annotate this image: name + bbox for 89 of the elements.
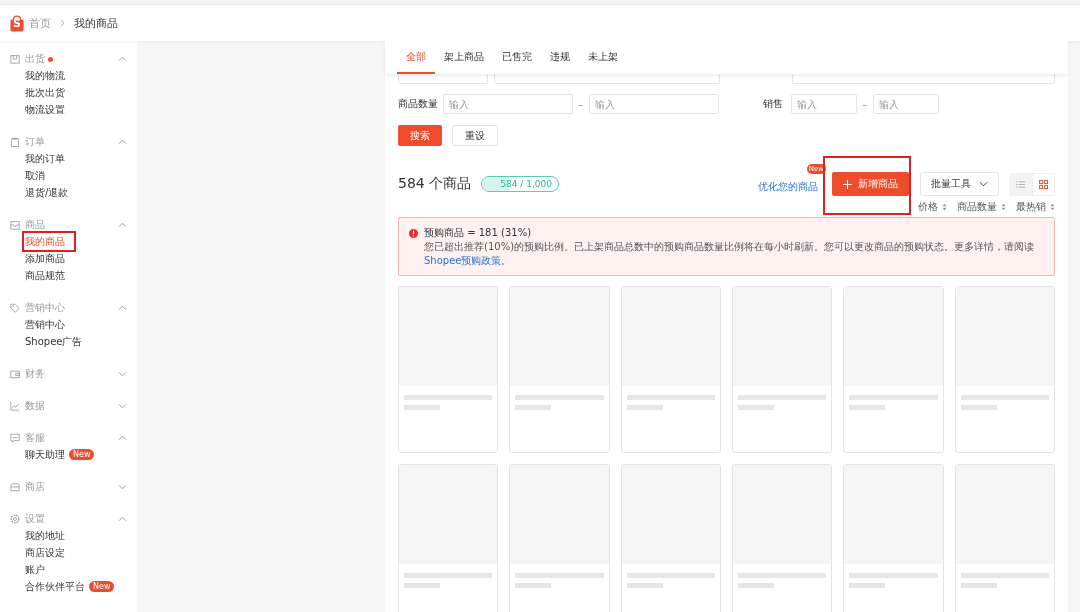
text-placeholder	[849, 405, 886, 410]
dropdown-field[interactable]	[398, 74, 489, 84]
range-separator: –	[577, 98, 585, 110]
sidebar-item[interactable]: 我的订单	[25, 151, 65, 166]
optimize-link[interactable]: 优化您的商品	[758, 180, 818, 192]
sidebar-item[interactable]: 我的地址	[25, 528, 65, 543]
chevron-up-icon[interactable]	[118, 139, 127, 145]
text-placeholder	[404, 583, 440, 588]
text-placeholder	[626, 583, 663, 588]
input-field[interactable]	[494, 74, 720, 84]
text-placeholder	[960, 405, 997, 410]
list-icon	[1016, 179, 1025, 189]
grid-view-button[interactable]	[1032, 172, 1055, 196]
text-placeholder	[738, 583, 774, 588]
input-field[interactable]: 输入	[873, 94, 939, 114]
text-placeholder	[404, 405, 440, 410]
sidebar-item[interactable]: 商品规范	[25, 268, 65, 283]
product-count: 584 个商品	[398, 175, 472, 193]
input-field[interactable]: 输入	[443, 94, 573, 114]
text-placeholder	[960, 583, 997, 588]
clipboard-icon	[10, 137, 20, 147]
range-separator: –	[861, 98, 869, 110]
text-placeholder	[738, 405, 774, 410]
tab[interactable]: 已售完	[493, 41, 541, 74]
sidebar-item[interactable]: 聊天助理	[25, 447, 65, 462]
new-badge: New	[89, 581, 115, 592]
filter-label: 商品数量	[398, 97, 439, 111]
alert-title: 预购商品 = 181 (31%)	[424, 226, 533, 240]
text-placeholder	[849, 583, 886, 588]
chevron-down-icon	[979, 181, 988, 187]
text-placeholder	[515, 405, 552, 410]
tab[interactable]: 架上商品	[435, 41, 493, 74]
wallet-icon	[10, 369, 20, 379]
chart-icon	[10, 401, 20, 411]
sidebar-item[interactable]: 物流设置	[25, 102, 65, 117]
search-button[interactable]: 搜索	[398, 125, 442, 146]
tab[interactable]: 未上架	[579, 41, 627, 74]
chevron-down-icon[interactable]	[118, 484, 127, 490]
add-product-button[interactable]: 新增商品	[832, 172, 909, 196]
store-icon	[10, 482, 20, 492]
sort-icon	[1050, 203, 1055, 211]
sidebar-item[interactable]: Shopee广告	[25, 334, 83, 349]
warning-icon	[409, 229, 418, 238]
sidebar-item[interactable]: 取消	[25, 168, 45, 183]
sidebar-item[interactable]: 营销中心	[25, 317, 65, 332]
chevron-up-icon[interactable]	[118, 516, 127, 522]
input-field[interactable]	[791, 74, 1055, 84]
quota-text: 584 / 1,000	[499, 179, 552, 189]
new-badge: New	[69, 449, 95, 460]
bulk-tools-dropdown[interactable]: 批量工具	[920, 172, 999, 196]
plus-icon	[843, 179, 852, 189]
sidebar-item[interactable]: 我的物流	[25, 68, 65, 83]
reset-button[interactable]: 重设	[452, 125, 498, 146]
sort-button[interactable]: 价格	[918, 199, 947, 215]
tray-icon	[10, 220, 20, 230]
chevron-down-icon[interactable]	[118, 371, 127, 377]
tag-icon	[10, 303, 20, 313]
tab[interactable]: 全部	[397, 41, 435, 74]
chevron-right-icon	[60, 19, 65, 27]
chat-icon	[10, 433, 20, 443]
sidebar-item[interactable]: 添加商品	[25, 251, 65, 266]
breadcrumb-current: 我的商品	[74, 15, 118, 31]
logo-letter: S	[13, 18, 21, 30]
filter-label: 销售	[763, 97, 784, 111]
sort-button[interactable]: 商品数量	[957, 199, 1006, 215]
sidebar-item[interactable]: 账户	[25, 562, 45, 577]
tab[interactable]: 违规	[541, 41, 579, 74]
box-icon	[10, 54, 20, 64]
sort-icon	[1001, 203, 1006, 211]
sidebar-item[interactable]: 我的商品	[25, 234, 65, 249]
sidebar-item[interactable]: 合作伙伴平台	[25, 579, 85, 594]
sidebar-item[interactable]: 批次出货	[25, 85, 65, 100]
shop-bag-logo[interactable]	[10, 14, 24, 32]
chevron-up-icon[interactable]	[118, 305, 127, 311]
input-field[interactable]: 输入	[589, 94, 719, 114]
chevron-up-icon[interactable]	[118, 435, 127, 441]
chevron-up-icon[interactable]	[118, 222, 127, 228]
sort-icon	[942, 203, 947, 211]
grid-icon	[1039, 179, 1048, 189]
text-placeholder	[626, 405, 663, 410]
input-field[interactable]: 输入	[791, 94, 857, 114]
sidebar-item[interactable]: 商店设定	[25, 545, 65, 560]
chevron-down-icon[interactable]	[118, 403, 127, 409]
text-placeholder	[515, 583, 552, 588]
alert-message: 您已超出推荐(10%)的预购比例。已上架商品总数中的预购商品数量比例将在每小时刷新。您可以更改商品的预购状态。更多详情，请阅读 Shopee预购政策。	[424, 240, 1036, 268]
settings-icon	[10, 514, 20, 524]
sort-button[interactable]: 最热销	[1016, 199, 1055, 215]
sidebar-item[interactable]: 退货/退款	[25, 185, 69, 200]
chevron-up-icon[interactable]	[118, 56, 127, 62]
